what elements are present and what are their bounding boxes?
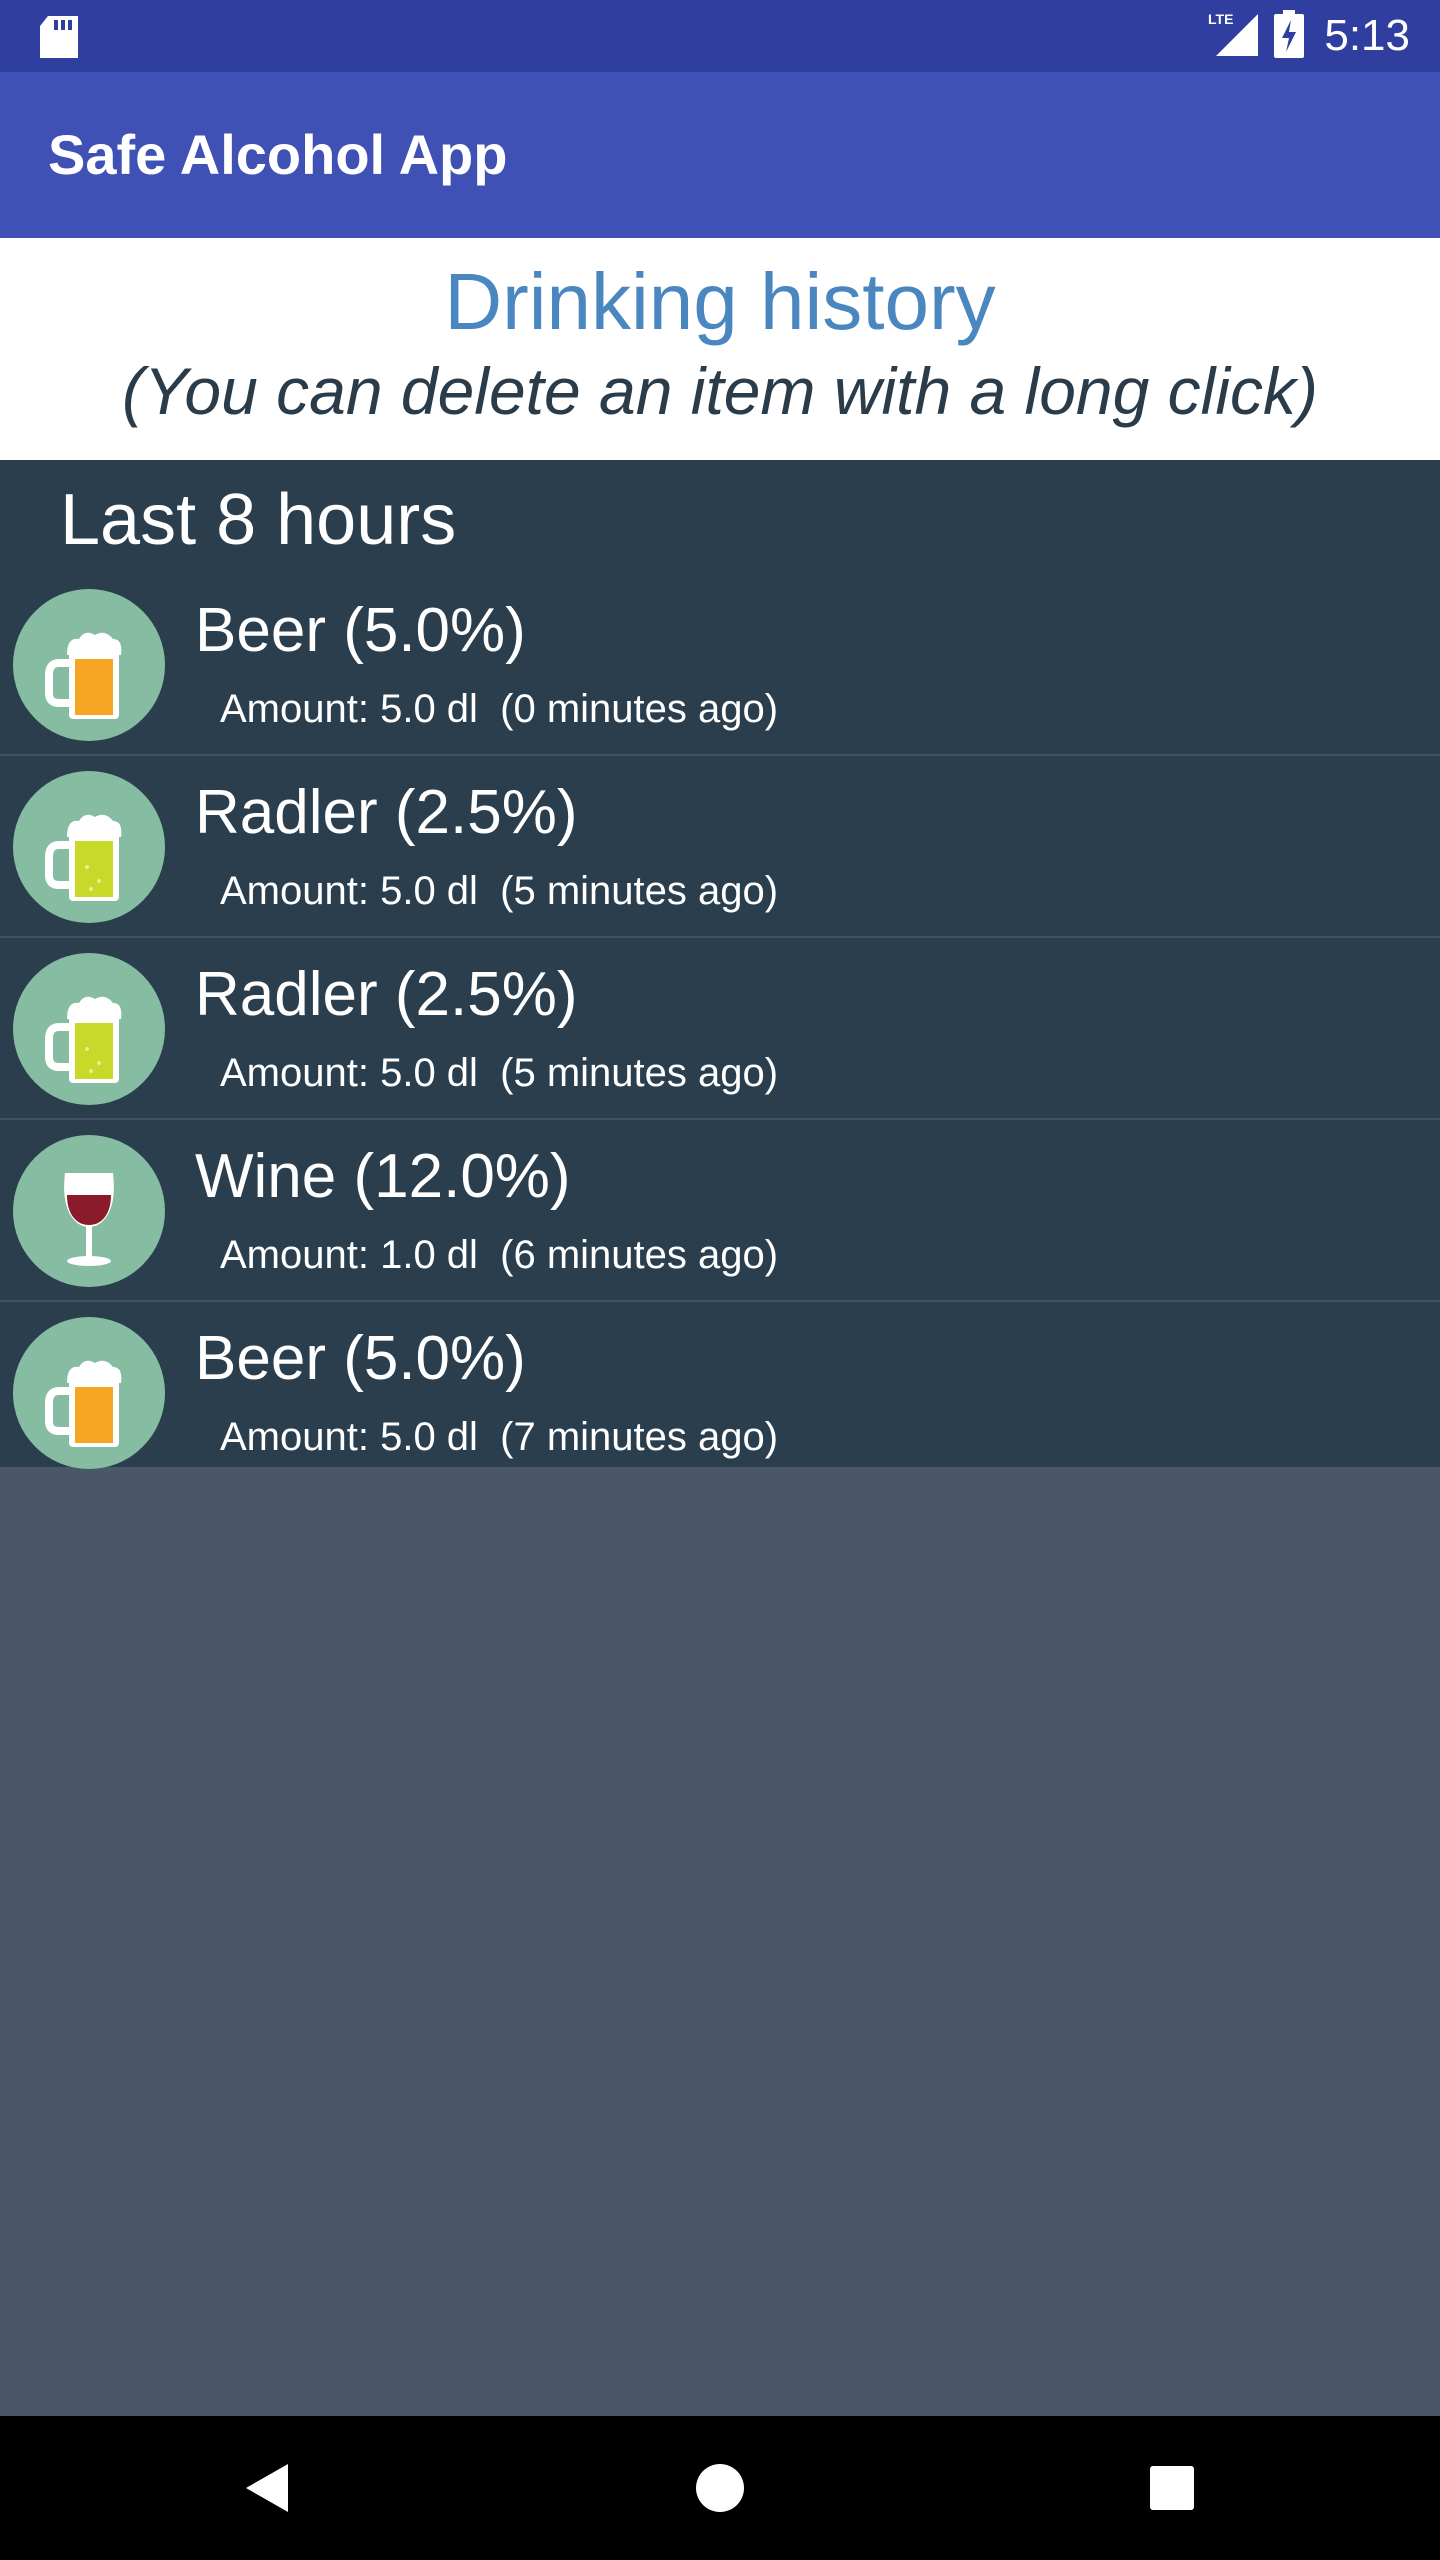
network-type: LTE [1208,11,1233,27]
status-bar: LTE 5:13 [0,0,1440,72]
drink-time-ago: (5 minutes ago) [500,1051,779,1095]
drink-time-ago: (7 minutes ago) [500,1415,779,1459]
section-title: Last 8 hours [60,480,457,560]
signal-icon: LTE [1208,10,1260,63]
battery-charging-icon [1274,9,1305,63]
drink-amount: Amount: 5.0 dl [220,1051,478,1095]
page-title: Drinking history [444,257,996,346]
list-item[interactable]: Radler (2.5%) Amount: 5.0 dl (5 minutes … [0,938,1440,1120]
radler-mug-icon [13,953,165,1105]
list-item[interactable]: Radler (2.5%) Amount: 5.0 dl (5 minutes … [0,756,1440,938]
page-subtitle: (You can delete an item with a long clic… [122,354,1318,428]
drink-amount: Amount: 5.0 dl [220,869,478,913]
drink-detail: Amount: 5.0 dl (0 minutes ago) [220,684,778,734]
drink-detail: Amount: 1.0 dl (6 minutes ago) [220,1230,778,1280]
app-title: Safe Alcohol App [48,123,508,186]
home-icon[interactable] [684,2452,756,2524]
list-item[interactable]: Beer (5.0%) Amount: 5.0 dl (7 minutes ag… [0,1302,1440,1482]
drink-title: Wine (12.0%) [195,1142,571,1211]
radler-mug-icon [13,771,165,923]
back-icon[interactable] [232,2452,304,2524]
drink-title: Radler (2.5%) [195,960,578,1029]
drink-amount: Amount: 5.0 dl [220,687,478,731]
history-list: Last 8 hours Beer (5.0%) Amount: 5.0 dl … [0,460,1440,1469]
beer-mug-icon [13,1317,165,1469]
wine-glass-icon [13,1135,165,1287]
drink-title: Beer (5.0%) [195,596,526,665]
app-toolbar: Safe Alcohol App [0,72,1440,238]
drink-time-ago: (6 minutes ago) [500,1233,779,1277]
drink-detail: Amount: 5.0 dl (5 minutes ago) [220,866,778,916]
history-header: Drinking history (You can delete an item… [0,238,1440,460]
drink-time-ago: (5 minutes ago) [500,869,779,913]
navigation-bar [0,2416,1440,2560]
sd-card-icon [40,16,78,63]
drink-detail: Amount: 5.0 dl (5 minutes ago) [220,1048,778,1098]
drink-time-ago: (0 minutes ago) [500,687,779,731]
clock-time: 5:13 [1324,11,1410,60]
list-item[interactable]: Beer (5.0%) Amount: 5.0 dl (0 minutes ag… [0,574,1440,756]
drink-title: Radler (2.5%) [195,778,578,847]
recents-icon[interactable] [1136,2452,1208,2524]
list-item[interactable]: Wine (12.0%) Amount: 1.0 dl (6 minutes a… [0,1120,1440,1302]
drink-title: Beer (5.0%) [195,1324,526,1393]
drink-detail: Amount: 5.0 dl (7 minutes ago) [220,1412,778,1462]
drink-amount: Amount: 1.0 dl [220,1233,478,1277]
drink-amount: Amount: 5.0 dl [220,1415,478,1459]
beer-mug-icon [13,589,165,741]
